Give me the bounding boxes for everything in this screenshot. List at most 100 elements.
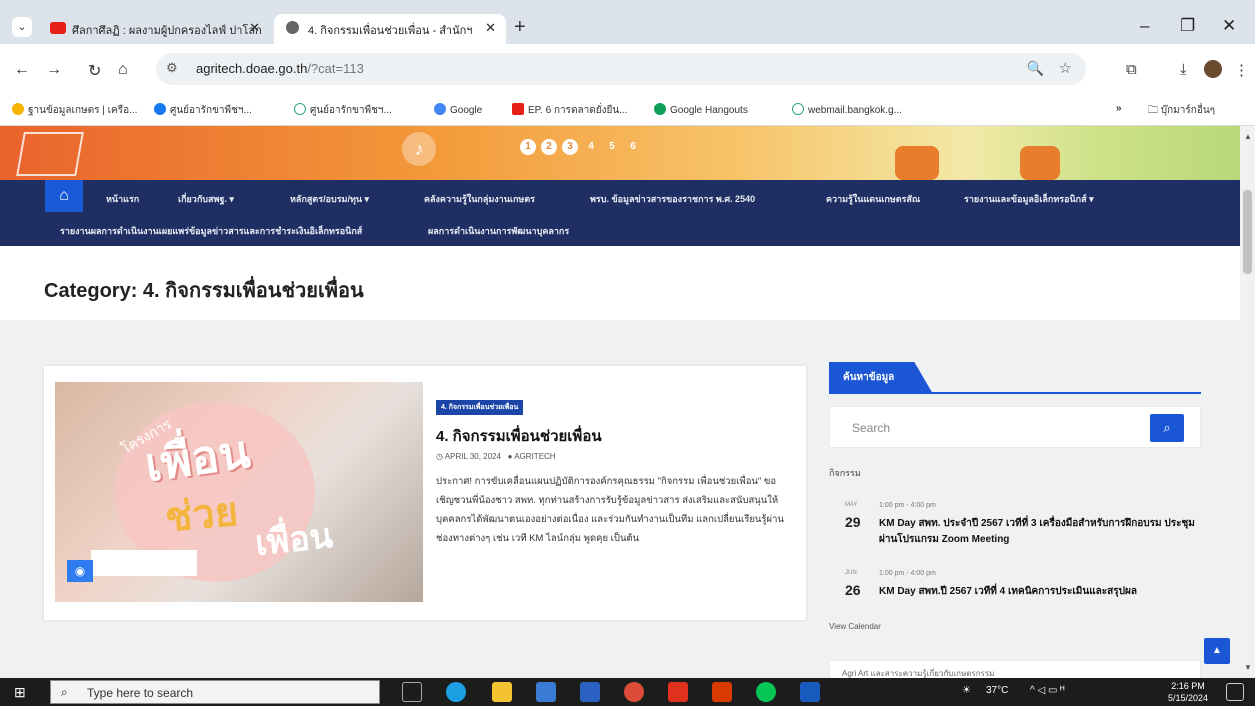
mail-icon[interactable] [580,682,600,702]
music-icon[interactable]: ♪ [402,132,436,166]
tab-youtube[interactable]: ศึลกาศึลฏิ : ผลงามผู้ปกครองไลฟ์ ปาโลก ✕ [38,14,270,44]
bookmark-item[interactable]: EP. 6 การตลาดยั่งยืน... [512,103,628,118]
nav-courses[interactable]: หลักสูตร/อบรม/ทุน ▾ [290,192,369,206]
acrobat-icon[interactable] [668,682,688,702]
bookmark-item[interactable]: ศูนย์อารักขาพืชฯ... [154,103,252,118]
scroll-up-icon[interactable]: ▲ [1244,132,1252,141]
page-scrollbar[interactable]: ▲ ▼ [1240,126,1255,678]
system-tray-icons[interactable]: ^ ◁ ▭ ᴴ [1030,685,1064,696]
view-calendar-link[interactable]: View Calendar [829,622,881,631]
download-icon[interactable]: ⤓ [1180,61,1187,78]
youtube-icon [50,22,66,34]
tab-active[interactable]: 4. กิจกรรมเพื่อนช่วยเพื่อน - สำนักฯ ✕ [274,14,506,44]
search-input[interactable]: Search [852,421,890,435]
event-day: 26 [845,582,861,598]
post-card: โครงการ เพื่อน ช่วย เพื่อน ◉ 4. กิจกรรมเ… [44,366,806,620]
event-month: JUN [845,570,857,576]
bookmark-item[interactable]: ศูนย์อารักขาพืชฯ... [294,103,392,118]
weather-icon[interactable]: ☀ [962,685,971,696]
site-info-icon[interactable]: ⚙ [166,60,178,76]
bookmark-item[interactable]: webmail.bangkok.g... [792,103,902,116]
nav-information-act[interactable]: พรบ. ข้อมูลข่าวสารของราชการ พ.ศ. 2540 [590,192,755,206]
divider [829,392,1201,394]
line-icon[interactable] [756,682,776,702]
file-explorer-icon[interactable] [492,682,512,702]
clock-time: 2:16 PM [1171,681,1205,691]
event-title[interactable]: KM Day สพท. ประจำปี 2567 เวทีที่ 3 เครื่… [879,516,1209,548]
nav-knowledge[interactable]: คลังความรู้ในกลุ่มงานเกษตร [424,192,535,206]
browser-tab-bar: ⌄ ศึลกาศึลฏิ : ผลงามผู้ปกครองไลฟ์ ปาโลก … [0,0,1255,44]
minimize-button[interactable]: – [1140,16,1149,36]
task-view-icon[interactable] [402,682,422,702]
bookmarks-bar: ฐานข้อมูลเกษตร | เครือ... ศูนย์อารักขาพื… [0,94,1255,126]
taskbar-search-input[interactable]: Type here to search [87,686,193,700]
page-title: Category: 4. กิจกรรมเพื่อนช่วยเพื่อน [44,280,364,302]
main-nav: ⌂ หน้าแรก เกี่ยวกับสพฐ. ▾ หลักสูตร/อบรม/… [0,180,1240,246]
slider-dot[interactable]: 1 [520,139,536,155]
bookmark-item[interactable]: Google [434,103,482,116]
taskbar-search[interactable]: ⌕ Type here to search [50,680,380,704]
extensions-icon[interactable]: ⧉ [1126,61,1137,78]
tab-title: 4. กิจกรรมเพื่อนช่วยเพื่อน - สำนักฯ [308,25,473,37]
word-icon[interactable] [800,682,820,702]
bookmark-item[interactable]: ฐานข้อมูลเกษตร | เครือ... [12,103,137,118]
windows-taskbar: ⊞ ⌕ Type here to search ☀ 37°C ^ ◁ ▭ ᴴ 2… [0,678,1255,706]
clock-icon: ◷ [436,452,443,461]
close-tab-icon[interactable]: ✕ [249,20,260,36]
nav-operation-report[interactable]: รายงานผลการดำเนินงานเผยแพร่ข้อมูลข่าวสาร… [60,224,362,238]
close-tab-icon[interactable]: ✕ [485,20,496,36]
reload-button[interactable]: ↻ [88,61,101,81]
post-title[interactable]: 4. กิจกรรมเพื่อนช่วยเพื่อน [436,424,602,448]
office-icon[interactable] [712,682,732,702]
post-thumbnail[interactable]: โครงการ เพื่อน ช่วย เพื่อน ◉ [55,382,423,602]
sidebar-tab[interactable]: ค้นหาข้อมูล [829,362,933,394]
nav-home[interactable]: หน้าแรก [106,192,139,206]
notification-icon[interactable] [1226,683,1244,701]
windows-start-icon[interactable]: ⊞ [14,684,26,701]
thumbnail-caption-box [91,550,197,576]
other-bookmarks[interactable]: 🗀 บุ๊กมาร์กอื่นๆ [1148,103,1215,120]
slider-dot[interactable]: 3 [562,139,578,155]
category-badge[interactable]: 4. กิจกรรมเพื่อนช่วยเพื่อน [436,400,524,415]
search-icon[interactable]: ⌕ [1150,414,1184,442]
tab-search-button[interactable]: ⌄ [12,17,32,37]
scroll-down-icon[interactable]: ▼ [1244,663,1252,672]
nav-about[interactable]: เกี่ยวกับสพฐ. ▾ [178,192,234,206]
bookmark-item[interactable]: Google Hangouts [654,103,748,116]
slider-dot[interactable]: 2 [541,139,557,155]
restore-button[interactable]: ❐ [1180,16,1195,36]
carrot-graphic [1020,146,1060,180]
menu-icon[interactable]: ⋮ [1234,61,1249,79]
store-icon[interactable] [536,682,556,702]
home-button[interactable]: ⌂ [118,61,128,79]
scrollbar-thumb[interactable] [1243,190,1252,274]
edge-icon[interactable] [446,682,466,702]
slider-dot[interactable]: 6 [625,139,641,155]
bookmark-star-icon[interactable]: ☆ [1059,59,1072,77]
back-button[interactable]: ← [14,61,30,79]
events-label: กิจกรรม [829,468,861,478]
carrot-graphic [895,146,939,180]
nav-agri-knowledge[interactable]: ความรู้ในแดนเกษตรสัณ [826,192,920,206]
chrome-icon[interactable] [624,682,644,702]
event-title[interactable]: KM Day สพท.ปี 2567 เวทีที่ 4 เทคนิคการปร… [879,584,1209,600]
slider-dot[interactable]: 4 [583,139,599,155]
profile-avatar[interactable] [1204,60,1222,78]
more-bookmarks-icon[interactable]: » [1116,103,1122,114]
address-bar[interactable]: ⚙ agritech.doae.go.th/?cat=113 🔍 ☆ [156,53,1086,85]
post-date[interactable]: APRIL 30, 2024 [445,452,501,461]
temperature[interactable]: 37°C [986,685,1008,696]
tab-title: ศึลกาศึลฏิ : ผลงามผู้ปกครองไลฟ์ ปาโลก [72,25,262,37]
globe-icon [286,21,299,34]
close-window-button[interactable]: ✕ [1222,16,1236,36]
slider-dot[interactable]: 5 [604,139,620,155]
forward-button[interactable]: → [46,61,62,79]
zoom-icon[interactable]: 🔍 [1027,60,1044,77]
new-tab-button[interactable]: + [514,16,526,39]
scroll-to-top-button[interactable]: ▲ [1204,638,1230,664]
nav-reports[interactable]: รายงานและข้อมูลอิเล็กทรอนิกส์ ▾ [964,192,1094,206]
clock[interactable]: 2:16 PM 5/15/2024 [1168,680,1208,704]
nav-personnel[interactable]: ผลการดำเนินงานการพัฒนาบุคลากร [428,224,569,238]
post-author[interactable]: AGRITECH [514,452,555,461]
home-nav-icon[interactable]: ⌂ [45,180,83,212]
